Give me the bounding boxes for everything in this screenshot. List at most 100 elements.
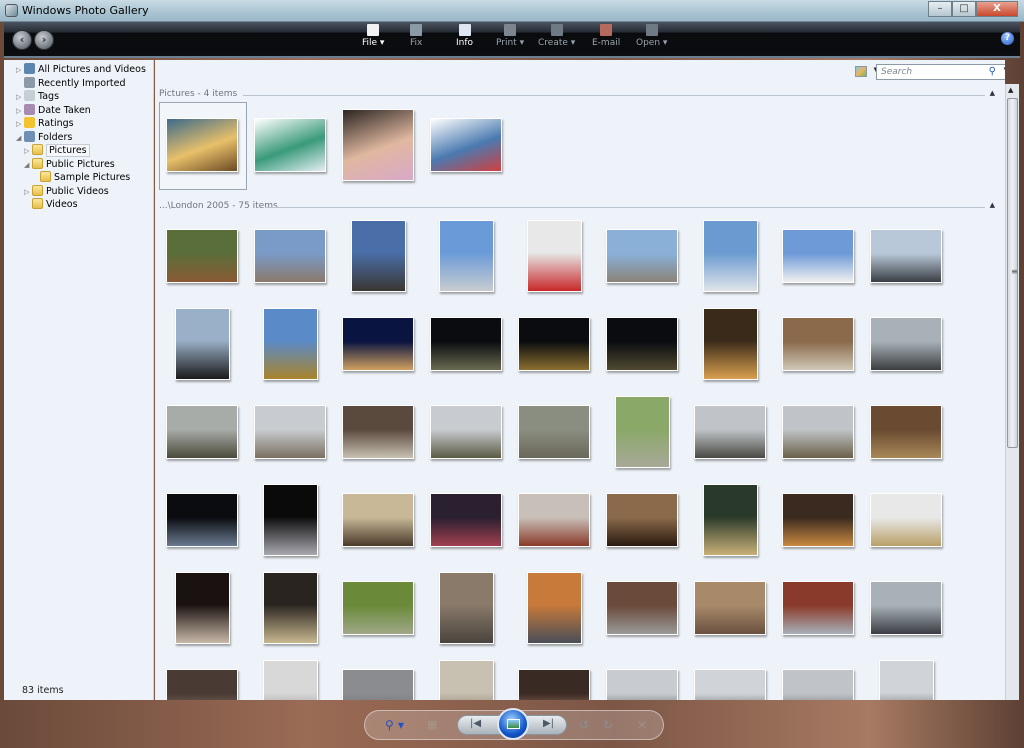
expand-icon[interactable]: ◢ bbox=[16, 132, 24, 145]
back-button[interactable]: ‹ bbox=[12, 30, 32, 50]
slideshow-button[interactable] bbox=[497, 708, 529, 740]
expand-icon[interactable]: ◢ bbox=[24, 159, 32, 172]
thumbnail-london[interactable] bbox=[702, 220, 758, 292]
thumbnail-london[interactable] bbox=[166, 493, 238, 547]
sidebar-item-recently-imported[interactable]: Recently Imported bbox=[16, 76, 126, 90]
thumbnail-london[interactable] bbox=[614, 396, 670, 468]
thumbnail-london[interactable] bbox=[606, 581, 678, 635]
toolbar-create-button[interactable]: Create ▾ bbox=[538, 24, 575, 48]
thumbnail-london[interactable] bbox=[350, 220, 406, 292]
delete-icon[interactable]: ✕ bbox=[637, 718, 647, 732]
expand-icon[interactable]: ▷ bbox=[24, 145, 32, 158]
group-header-london[interactable]: ...\London 2005 - 75 items bbox=[159, 201, 278, 211]
zoom-icon[interactable]: ⚲ ▾ bbox=[385, 718, 404, 732]
thumbnail-london[interactable] bbox=[254, 229, 326, 283]
thumbnail-london[interactable] bbox=[870, 229, 942, 283]
next-icon[interactable]: ▶| bbox=[543, 718, 554, 729]
thumbnail-london[interactable] bbox=[254, 405, 326, 459]
collapse-icon[interactable]: ▲ bbox=[990, 89, 995, 97]
thumbnail-london[interactable] bbox=[878, 660, 934, 700]
thumbnail-london[interactable] bbox=[438, 660, 494, 700]
expand-icon[interactable]: ▷ bbox=[24, 186, 32, 199]
search-input[interactable]: Search ⚲ ▼ bbox=[876, 64, 1005, 80]
thumbnail-london[interactable] bbox=[430, 405, 502, 459]
toolbar-printer-button[interactable]: Print ▾ bbox=[496, 24, 524, 48]
thumbnail-london[interactable] bbox=[518, 405, 590, 459]
rotate-right-icon[interactable]: ↻ bbox=[603, 718, 613, 732]
sidebar-item-tags[interactable]: ▷ Tags bbox=[16, 90, 59, 103]
help-icon[interactable]: ? bbox=[1001, 32, 1014, 45]
thumbnail-london[interactable] bbox=[262, 308, 318, 380]
thumbnail-london[interactable] bbox=[694, 581, 766, 635]
thumbnail-london[interactable] bbox=[166, 405, 238, 459]
thumbnail-london[interactable] bbox=[702, 308, 758, 380]
thumbnail-london[interactable] bbox=[782, 493, 854, 547]
thumbnail-london[interactable] bbox=[782, 317, 854, 371]
thumbnail-london[interactable] bbox=[870, 405, 942, 459]
thumbnail-london[interactable] bbox=[342, 317, 414, 371]
thumbnail-london[interactable] bbox=[262, 484, 318, 556]
thumbnail-london[interactable] bbox=[166, 229, 238, 283]
thumbnail-london[interactable] bbox=[342, 493, 414, 547]
vertical-scrollbar[interactable]: ▲ ≡ bbox=[1005, 84, 1019, 700]
toolbar-file-button[interactable]: File ▾ bbox=[362, 24, 384, 48]
sidebar-item-folders[interactable]: ◢ Folders bbox=[16, 130, 72, 145]
sidebar-item-pictures[interactable]: ▷ Pictures bbox=[24, 144, 90, 157]
sidebar-item-public-pictures[interactable]: ◢ Public Pictures bbox=[24, 157, 115, 172]
thumbnail-london[interactable] bbox=[694, 669, 766, 700]
forward-button[interactable]: › bbox=[34, 30, 54, 50]
toolbar-fix-button[interactable]: Fix bbox=[410, 24, 422, 48]
rotate-left-icon[interactable]: ↺ bbox=[579, 718, 589, 732]
thumbnail-london[interactable] bbox=[166, 669, 238, 700]
previous-icon[interactable]: |◀ bbox=[470, 718, 481, 729]
thumbnail-london[interactable] bbox=[262, 572, 318, 644]
thumbnail-london[interactable] bbox=[342, 581, 414, 635]
close-button[interactable]: X bbox=[976, 1, 1018, 17]
sidebar-item-all-pictures-and-videos[interactable]: ▷ All Pictures and Videos bbox=[16, 63, 146, 76]
thumbnail-screenshot-gallery[interactable] bbox=[430, 118, 502, 172]
thumbnail-portrait-man[interactable] bbox=[342, 109, 414, 181]
thumbnail-london[interactable] bbox=[430, 317, 502, 371]
search-icon[interactable]: ⚲ bbox=[989, 66, 996, 77]
thumbnail-london[interactable] bbox=[518, 493, 590, 547]
sidebar-item-date-taken[interactable]: ▷ Date Taken bbox=[16, 103, 91, 118]
thumbnail-london[interactable] bbox=[870, 493, 942, 547]
thumbnail-london[interactable] bbox=[342, 405, 414, 459]
thumbnail-london[interactable] bbox=[782, 669, 854, 700]
expand-icon[interactable]: ▷ bbox=[16, 105, 24, 118]
sidebar-item-public-videos[interactable]: ▷ Public Videos bbox=[24, 184, 109, 199]
sidebar-item-sample-pictures[interactable]: Sample Pictures bbox=[32, 171, 130, 184]
thumbnail-london[interactable] bbox=[518, 669, 590, 700]
sidebar-item-ratings[interactable]: ▷ Ratings bbox=[16, 117, 74, 130]
minimize-button[interactable]: – bbox=[928, 1, 952, 17]
thumbnail-london[interactable] bbox=[702, 484, 758, 556]
group-header-pictures[interactable]: Pictures - 4 items bbox=[159, 89, 237, 99]
maximize-button[interactable]: □ bbox=[952, 1, 976, 17]
toolbar-info-tag-button[interactable]: Info bbox=[456, 24, 473, 48]
thumbnail-london[interactable] bbox=[782, 405, 854, 459]
actual-size-icon[interactable]: ▦ bbox=[427, 718, 437, 731]
thumbnail-london[interactable] bbox=[870, 317, 942, 371]
thumbnail-london[interactable] bbox=[430, 493, 502, 547]
thumbnail-london[interactable] bbox=[438, 572, 494, 644]
thumbnail-london[interactable] bbox=[606, 669, 678, 700]
thumbnail-london[interactable] bbox=[606, 317, 678, 371]
expand-icon[interactable]: ▷ bbox=[16, 64, 24, 77]
thumbnail-london[interactable] bbox=[174, 308, 230, 380]
thumbnail-london[interactable] bbox=[438, 220, 494, 292]
view-icon[interactable] bbox=[855, 66, 867, 77]
thumbnail-london[interactable] bbox=[606, 493, 678, 547]
scroll-up-icon[interactable]: ▲ bbox=[1008, 86, 1013, 94]
thumbnail-london[interactable] bbox=[694, 405, 766, 459]
expand-icon[interactable]: ▷ bbox=[16, 91, 24, 104]
scrollbar-thumb[interactable]: ≡ bbox=[1007, 98, 1018, 448]
thumbnail-london[interactable] bbox=[526, 572, 582, 644]
thumbnail-london[interactable] bbox=[526, 220, 582, 292]
thumbnail-london[interactable] bbox=[342, 669, 414, 700]
thumbnail-screenshot-control-panel[interactable] bbox=[254, 118, 326, 172]
thumbnail-sunset-field[interactable] bbox=[166, 118, 238, 172]
thumbnail-london[interactable] bbox=[518, 317, 590, 371]
toolbar-email-button[interactable]: E-mail bbox=[592, 24, 620, 48]
thumbnail-london[interactable] bbox=[782, 229, 854, 283]
thumbnail-london[interactable] bbox=[870, 581, 942, 635]
